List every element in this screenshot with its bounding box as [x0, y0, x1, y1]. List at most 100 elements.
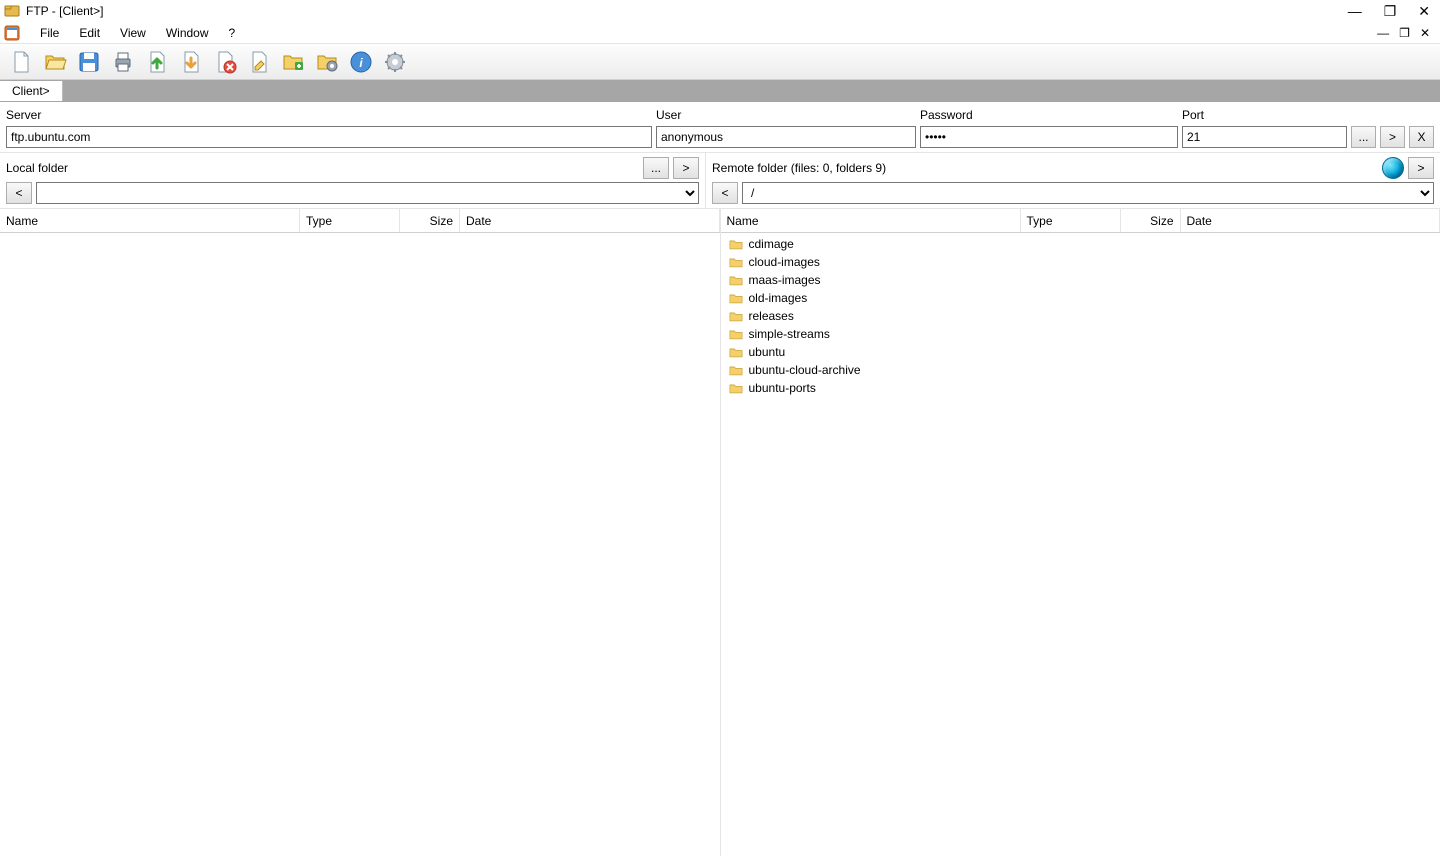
- toolbar-new-folder[interactable]: [278, 47, 308, 77]
- close-button[interactable]: ✕: [1418, 3, 1430, 20]
- remote-back-button[interactable]: <: [712, 182, 738, 204]
- connection-bar: Server User Password Port ... > X: [0, 102, 1440, 153]
- local-folder-bar: Local folder ... > <: [0, 153, 706, 208]
- minimize-button[interactable]: —: [1348, 3, 1362, 20]
- folder-icon: [729, 347, 743, 358]
- globe-icon: [1382, 157, 1404, 179]
- remote-col-date[interactable]: Date: [1181, 209, 1440, 232]
- mdi-minimize-button[interactable]: —: [1377, 26, 1389, 40]
- remote-path-select[interactable]: /: [742, 182, 1434, 204]
- connection-close-button[interactable]: X: [1409, 126, 1434, 148]
- connection-browse-button[interactable]: ...: [1351, 126, 1376, 148]
- remote-file-row[interactable]: releases: [725, 307, 1437, 325]
- file-name: simple-streams: [749, 327, 830, 341]
- password-input[interactable]: [920, 126, 1178, 148]
- file-name: maas-images: [749, 273, 821, 287]
- file-name: ubuntu-ports: [749, 381, 816, 395]
- toolbar-new-doc[interactable]: [244, 47, 274, 77]
- tab-client[interactable]: Client>: [0, 81, 63, 101]
- remote-file-row[interactable]: cloud-images: [725, 253, 1437, 271]
- toolbar-download[interactable]: [176, 47, 206, 77]
- toolbar-save[interactable]: [74, 47, 104, 77]
- port-label: Port: [1182, 108, 1347, 122]
- remote-file-row[interactable]: ubuntu-cloud-archive: [725, 361, 1437, 379]
- menu-edit[interactable]: Edit: [69, 24, 110, 42]
- menu-window[interactable]: Window: [156, 24, 219, 42]
- file-name: cdimage: [749, 237, 794, 251]
- toolbar-print[interactable]: [108, 47, 138, 77]
- toolbar-new-file[interactable]: [6, 47, 36, 77]
- window-title: FTP - [Client>]: [26, 4, 1348, 18]
- local-path-select[interactable]: [36, 182, 699, 204]
- remote-go-button[interactable]: >: [1408, 157, 1434, 179]
- remote-panel-header: Name Type Size Date: [721, 209, 1440, 233]
- remote-folder-bar: Remote folder (files: 0, folders 9) > < …: [706, 153, 1440, 208]
- remote-file-row[interactable]: maas-images: [725, 271, 1437, 289]
- toolbar-settings[interactable]: [312, 47, 342, 77]
- folder-icon: [729, 329, 743, 340]
- tabstrip: Client>: [0, 80, 1440, 102]
- file-name: releases: [749, 309, 794, 323]
- mdi-controls: — ❐ ✕: [1377, 26, 1436, 40]
- file-name: old-images: [749, 291, 808, 305]
- toolbar-upload[interactable]: [142, 47, 172, 77]
- folder-icon: [729, 383, 743, 394]
- remote-col-type[interactable]: Type: [1021, 209, 1121, 232]
- maximize-button[interactable]: ❐: [1384, 3, 1397, 20]
- user-input[interactable]: [656, 126, 916, 148]
- remote-panel: Name Type Size Date cdimage cloud-images m…: [721, 209, 1440, 856]
- local-col-name[interactable]: Name: [0, 209, 300, 232]
- password-label: Password: [920, 108, 1178, 122]
- connection-go-button[interactable]: >: [1380, 126, 1405, 148]
- file-name: ubuntu-cloud-archive: [749, 363, 861, 377]
- file-name: ubuntu: [749, 345, 786, 359]
- app-icon: [4, 3, 20, 19]
- toolbar-preferences[interactable]: [380, 47, 410, 77]
- folder-icon: [729, 365, 743, 376]
- remote-file-row[interactable]: cdimage: [725, 235, 1437, 253]
- local-back-button[interactable]: <: [6, 182, 32, 204]
- remote-col-name[interactable]: Name: [721, 209, 1021, 232]
- remote-panel-body[interactable]: cdimage cloud-images maas-images old-images…: [721, 233, 1440, 856]
- local-col-date[interactable]: Date: [460, 209, 720, 232]
- file-name: cloud-images: [749, 255, 820, 269]
- local-go-button[interactable]: >: [673, 157, 699, 179]
- local-panel-header: Name Type Size Date: [0, 209, 720, 233]
- local-folder-label: Local folder: [6, 161, 68, 175]
- remote-folder-label: Remote folder (files: 0, folders 9): [712, 161, 886, 175]
- folder-icon: [729, 239, 743, 250]
- mdi-close-button[interactable]: ✕: [1420, 26, 1430, 40]
- local-col-size[interactable]: Size: [400, 209, 460, 232]
- menu-help[interactable]: ?: [219, 24, 246, 42]
- toolbar-delete[interactable]: [210, 47, 240, 77]
- server-input[interactable]: [6, 126, 652, 148]
- local-col-type[interactable]: Type: [300, 209, 400, 232]
- server-label: Server: [6, 108, 652, 122]
- user-label: User: [656, 108, 916, 122]
- toolbar: i: [0, 44, 1440, 80]
- folder-icon: [729, 275, 743, 286]
- folder-bars: Local folder ... > < Remote folder (file…: [0, 153, 1440, 209]
- folder-icon: [729, 293, 743, 304]
- remote-file-row[interactable]: ubuntu: [725, 343, 1437, 361]
- file-panels: Name Type Size Date Name Type Size Date …: [0, 209, 1440, 856]
- remote-col-size[interactable]: Size: [1121, 209, 1181, 232]
- remote-file-row[interactable]: simple-streams: [725, 325, 1437, 343]
- remote-file-row[interactable]: old-images: [725, 289, 1437, 307]
- mdi-app-icon: [4, 25, 20, 41]
- folder-icon: [729, 257, 743, 268]
- menu-file[interactable]: File: [30, 24, 69, 42]
- local-browse-button[interactable]: ...: [643, 157, 669, 179]
- titlebar: FTP - [Client>] — ❐ ✕: [0, 0, 1440, 22]
- local-panel: Name Type Size Date: [0, 209, 721, 856]
- menu-view[interactable]: View: [110, 24, 156, 42]
- menubar: File Edit View Window ? — ❐ ✕: [0, 22, 1440, 44]
- remote-file-row[interactable]: ubuntu-ports: [725, 379, 1437, 397]
- toolbar-open[interactable]: [40, 47, 70, 77]
- toolbar-info[interactable]: i: [346, 47, 376, 77]
- port-input[interactable]: [1182, 126, 1347, 148]
- window-controls: — ❐ ✕: [1348, 3, 1436, 20]
- mdi-restore-button[interactable]: ❐: [1399, 26, 1410, 40]
- folder-icon: [729, 311, 743, 322]
- local-panel-body[interactable]: [0, 233, 720, 856]
